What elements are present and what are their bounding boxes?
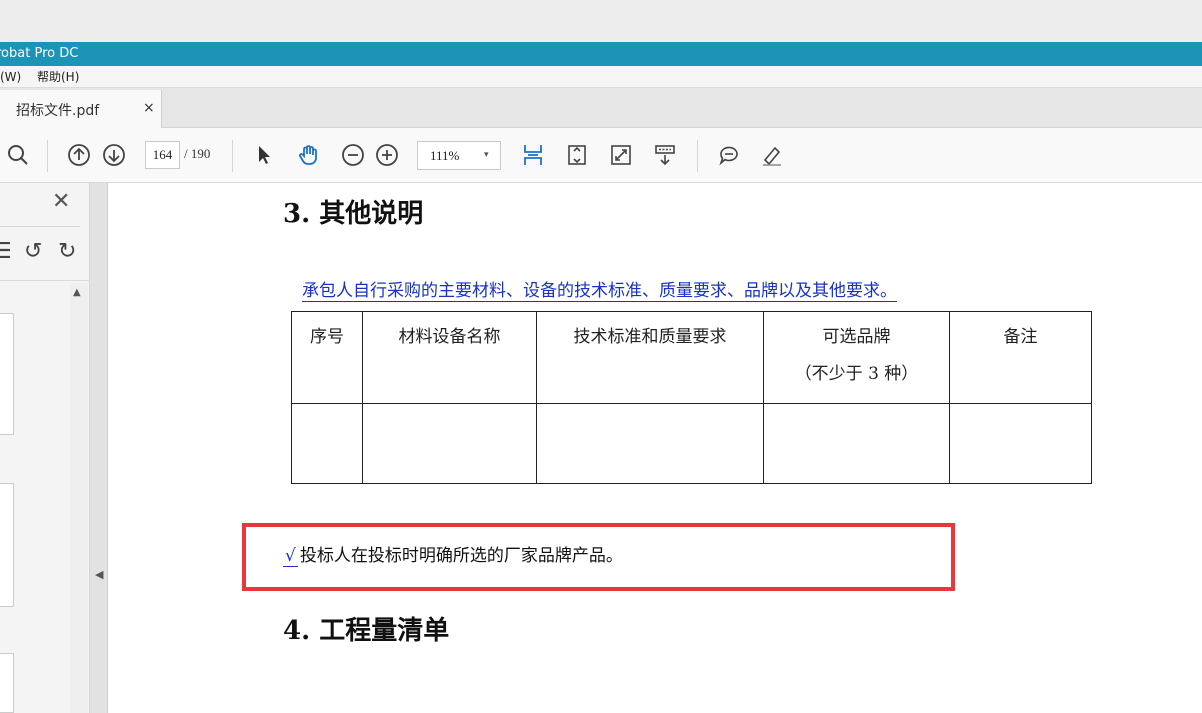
pane-divider <box>0 226 80 227</box>
menu-window[interactable]: (W) <box>0 66 21 88</box>
previous-page-icon[interactable] <box>65 141 93 169</box>
menu-help[interactable]: 帮助(H) <box>37 66 79 88</box>
table-cell <box>763 403 950 484</box>
document-tab[interactable]: 招标文件.pdf × <box>0 90 162 128</box>
table-cell <box>362 403 537 484</box>
checkmark: √ <box>283 546 298 567</box>
page-total: / 190 <box>184 146 211 161</box>
table-header-cell: 材料设备名称 <box>362 311 537 404</box>
page-number-input[interactable]: 164 <box>145 141 180 169</box>
title-bar: robat Pro DC <box>0 42 1202 66</box>
full-screen-icon[interactable] <box>607 141 635 169</box>
table-header-cell: 备注 <box>949 311 1092 404</box>
section-4-heading: 4. 工程量清单 <box>283 616 450 646</box>
scroll-up-icon[interactable]: ▲ <box>73 287 81 298</box>
materials-table: 序号 材料设备名称 技术标准和质量要求 可选品牌 （不少于 3 种） 备注 <box>291 311 1092 484</box>
tab-bar: 招标文件.pdf × <box>0 88 1202 128</box>
tab-close-button[interactable]: × <box>143 100 155 116</box>
highlighted-note: √ 投标人在投标时明确所选的厂家品牌产品。 <box>283 541 623 567</box>
highlight-pen-icon[interactable] <box>758 141 786 169</box>
toolbar-separator <box>697 140 698 172</box>
pane-divider <box>0 280 90 281</box>
comment-icon[interactable] <box>715 141 743 169</box>
table-header-cell: 序号 <box>291 311 363 404</box>
document-view[interactable]: 3. 其他说明 承包人自行采购的主要材料、设备的技术标准、质量要求、品牌以及其他… <box>108 183 1202 713</box>
select-pointer-icon[interactable] <box>250 141 278 169</box>
zoom-select[interactable]: 111% ▾ <box>417 141 501 170</box>
brand-header-sublabel: （不少于 3 种） <box>794 364 919 384</box>
highlighted-note-text: 投标人在投标时明确所选的厂家品牌产品。 <box>299 546 623 566</box>
menu-bar: (W) 帮助(H) <box>0 66 1202 88</box>
desktop-background <box>0 0 1202 42</box>
next-page-icon[interactable] <box>100 141 128 169</box>
search-icon[interactable] <box>4 141 32 169</box>
section-3-heading: 3. 其他说明 <box>283 199 424 229</box>
requirement-link[interactable]: 承包人自行采购的主要材料、设备的技术标准、质量要求、品牌以及其他要求。 <box>302 276 897 302</box>
page-thumbnail[interactable] <box>0 313 14 435</box>
app-title: robat Pro DC <box>0 46 79 61</box>
table-header-row: 序号 材料设备名称 技术标准和质量要求 可选品牌 （不少于 3 种） 备注 <box>291 311 1092 404</box>
page-thumbnail[interactable] <box>0 483 14 607</box>
brand-header-label: 可选品牌 <box>822 327 891 347</box>
collapse-pane-icon[interactable]: ◀ <box>95 568 103 581</box>
table-header-cell: 可选品牌 （不少于 3 种） <box>763 311 950 404</box>
toolbar-separator <box>47 140 48 172</box>
toolbar-separator <box>232 140 233 172</box>
close-icon[interactable]: ✕ <box>52 189 70 214</box>
pane-splitter[interactable]: ◀ <box>90 183 108 713</box>
scroll-mode-icon[interactable] <box>651 141 679 169</box>
page-thumbnail[interactable] <box>0 653 14 713</box>
chevron-down-icon: ▾ <box>484 149 489 159</box>
table-header-cell: 技术标准和质量要求 <box>536 311 764 404</box>
thumbnail-options-icon[interactable]: ☰ <box>0 239 12 264</box>
table-row <box>291 403 1092 484</box>
fit-width-icon[interactable] <box>519 141 547 169</box>
rotate-counterclockwise-icon[interactable]: ↺ <box>24 239 42 264</box>
tab-title: 招标文件.pdf <box>16 103 100 119</box>
toolbar <box>0 128 1202 183</box>
zoom-out-icon[interactable] <box>339 141 367 169</box>
hand-tool-icon[interactable] <box>294 141 322 169</box>
table-cell <box>949 403 1092 484</box>
rotate-clockwise-icon[interactable]: ↻ <box>58 239 76 264</box>
pane-scrollbar[interactable] <box>70 283 88 713</box>
navigation-pane: ✕ ☰ ↺ ↻ ▲ <box>0 183 90 713</box>
fit-page-icon[interactable] <box>563 141 591 169</box>
table-cell <box>536 403 764 484</box>
zoom-value: 111% <box>430 148 460 163</box>
table-cell <box>291 403 363 484</box>
zoom-in-icon[interactable] <box>373 141 401 169</box>
